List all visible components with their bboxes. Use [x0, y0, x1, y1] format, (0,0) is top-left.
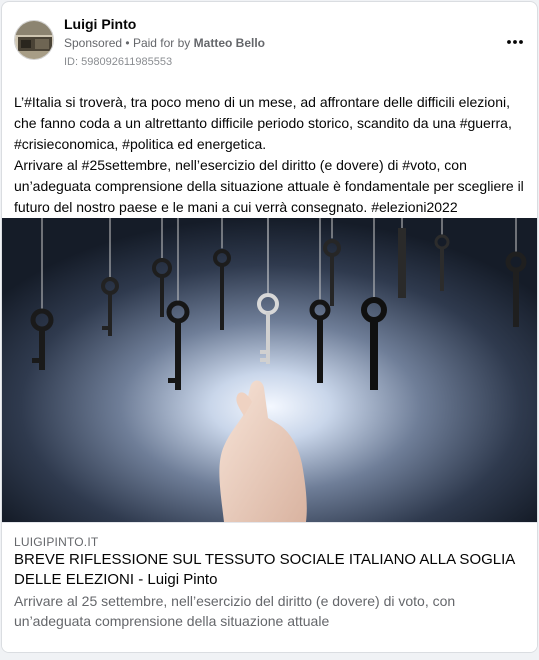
author-name[interactable]: Luigi Pinto [64, 16, 136, 32]
sponsored-post-card: Luigi Pinto Sponsored • Paid for by Matt… [1, 1, 538, 653]
ad-id: ID: 598092611985553 [64, 56, 173, 68]
post-header: Luigi Pinto Sponsored • Paid for by Matt… [14, 14, 527, 74]
payer-name: Matteo Bello [193, 36, 265, 50]
link-domain: LUIGIPINTO.IT [14, 535, 99, 549]
link-preview[interactable]: LUIGIPINTO.IT BREVE RIFLESSIONE SUL TESS… [2, 522, 537, 652]
paid-for-prefix: Paid for by [132, 36, 191, 50]
sponsored-line: Sponsored • Paid for by Matteo Bello [64, 36, 265, 50]
link-description: Arrivare al 25 settembre, nell’esercizio… [14, 593, 456, 629]
post-image[interactable] [2, 218, 537, 522]
post-text-paragraph-2: Arrivare al #25settembre, nell’esercizio… [14, 157, 524, 215]
sponsored-label: Sponsored [64, 36, 123, 50]
separator-dot: • [125, 36, 130, 50]
link-title[interactable]: BREVE RIFLESSIONE SUL TESSUTO SOCIALE IT… [14, 550, 529, 590]
author-avatar[interactable] [14, 20, 54, 60]
post-text-paragraph-1: L’#Italia si troverà, tra poco meno di u… [14, 94, 512, 152]
post-text: L’#Italia si troverà, tra poco meno di u… [14, 92, 529, 218]
more-options-icon[interactable] [503, 32, 527, 52]
